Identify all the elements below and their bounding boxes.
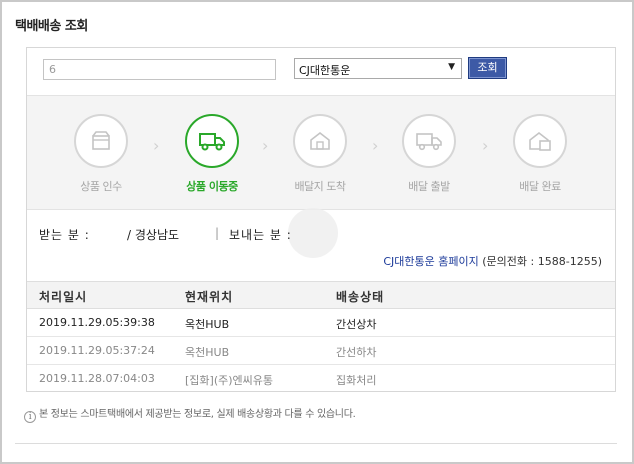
cell-location: 옥천HUB [185, 318, 230, 331]
info-icon: i [24, 411, 36, 423]
delivery-truck-icon [416, 133, 442, 151]
step-label: 상품 인수 [80, 180, 122, 193]
step-label: 배달지 도착 [294, 180, 346, 193]
cell-location: 옥천HUB [185, 346, 230, 359]
delivery-progress: 상품 인수 › 상품 이동중 › 배달지 도착 › 배달 출발 › 배달 완료 [27, 95, 615, 210]
step-out-for-delivery: 배달 출발 [384, 114, 474, 194]
carrier-homepage-link[interactable]: CJ대한통운 홈페이지 [383, 255, 478, 268]
header-location: 현재위치 [185, 290, 234, 304]
search-button[interactable]: 조회 [468, 57, 507, 79]
step-out-for-delivery-circle [402, 114, 456, 168]
tracking-panel: CJ대한통운 ▼ 조회 상품 인수 › [26, 47, 616, 392]
step-in-transit-circle [185, 114, 239, 168]
info-divider: | [215, 226, 220, 240]
table-row: 2019.11.28.07:04:03 [집화](주)엔씨유통 집화처리 [27, 365, 615, 393]
shipment-info: 받는 분 : / 경상남도 | 보내는 분 : CJ대한통운 홈페이지 (문의전… [27, 208, 615, 271]
carrier-phone: (문의전화 : 1588-1255) [482, 255, 602, 268]
carrier-select-value: CJ대한통운 [299, 64, 351, 77]
carrier-contact: CJ대한통운 홈페이지 (문의전화 : 1588-1255) [383, 253, 602, 269]
step-arrived-circle [293, 114, 347, 168]
receiver-value: / 경상남도 [127, 228, 180, 242]
truck-icon [199, 133, 225, 151]
step-pickup: 상품 인수 [56, 114, 146, 194]
cell-datetime: 2019.11.29.05:39:38 [39, 316, 155, 329]
cell-status: 집화처리 [336, 374, 377, 387]
cell-location: [집화](주)엔씨유통 [185, 374, 274, 387]
page-title: 택배배송 조회 [15, 19, 88, 34]
tracking-window: 택배배송 조회 CJ대한통운 ▼ 조회 상품 인수 › [0, 0, 634, 464]
step-label: 배달 출발 [408, 180, 450, 193]
header-status: 배송상태 [336, 290, 385, 304]
chevron-right-icon: › [153, 136, 160, 155]
box-icon [92, 131, 110, 150]
step-pickup-circle [74, 114, 128, 168]
chevron-right-icon: › [262, 136, 269, 155]
cell-status: 간선하차 [336, 346, 377, 359]
step-arrived: 배달지 도착 [275, 114, 365, 194]
dropdown-arrow-icon: ▼ [448, 62, 455, 72]
divider [15, 443, 617, 444]
step-label: 배달 완료 [519, 180, 561, 193]
table-header: 처리일시 현재위치 배송상태 [27, 281, 615, 309]
cell-datetime: 2019.11.28.07:04:03 [39, 372, 155, 385]
invoice-number-input[interactable] [43, 59, 276, 80]
cell-datetime: 2019.11.29.05:37:24 [39, 344, 155, 357]
step-in-transit: 상품 이동중 [167, 114, 257, 194]
carrier-select[interactable]: CJ대한통운 ▼ [294, 58, 462, 79]
step-delivered: 배달 완료 [495, 114, 585, 194]
house-icon [310, 131, 330, 150]
cell-status: 간선상차 [336, 318, 377, 331]
watermark-logo-icon [288, 208, 338, 258]
table-row: 2019.11.29.05:39:38 옥천HUB 간선상차 [27, 309, 615, 337]
header-datetime: 처리일시 [39, 290, 88, 304]
query-row: CJ대한통운 ▼ 조회 [27, 48, 615, 94]
sender-label: 보내는 분 : [229, 228, 292, 242]
disclaimer-text: 본 정보는 스마트택배에서 제공받는 정보로, 실제 배송상황과 다를 수 있습… [39, 409, 356, 420]
table-row: 2019.11.29.05:37:24 옥천HUB 간선하차 [27, 337, 615, 365]
step-delivered-circle [513, 114, 567, 168]
receiver-label: 받는 분 : [39, 228, 90, 242]
disclaimer-notice: i본 정보는 스마트택배에서 제공받는 정보로, 실제 배송상황과 다를 수 있… [24, 405, 356, 423]
step-label: 상품 이동중 [186, 180, 238, 193]
tracking-table: 처리일시 현재위치 배송상태 2019.11.29.05:39:38 옥천HUB… [27, 281, 615, 393]
chevron-right-icon: › [482, 136, 489, 155]
house-box-icon [529, 131, 551, 151]
